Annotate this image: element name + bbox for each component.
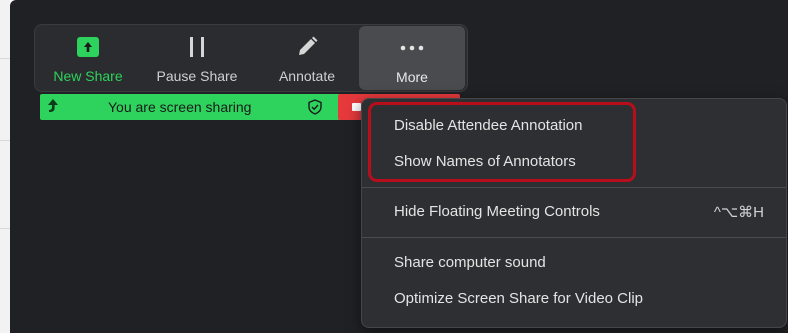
strip-divider bbox=[0, 228, 10, 229]
pause-share-button[interactable]: Pause Share bbox=[149, 25, 245, 91]
floating-meeting-toolbar: New Share Pause Share Annotate More bbox=[34, 24, 468, 92]
more-button[interactable]: More bbox=[359, 26, 465, 90]
new-share-label: New Share bbox=[53, 68, 123, 84]
menu-item-share-computer-sound[interactable]: Share computer sound bbox=[394, 254, 546, 271]
new-share-button[interactable]: New Share bbox=[45, 25, 131, 91]
screen-sharing-status-bar[interactable]: You are screen sharing bbox=[40, 94, 358, 120]
pause-share-label: Pause Share bbox=[156, 68, 238, 84]
share-arrow-icon bbox=[46, 98, 60, 119]
strip-divider bbox=[0, 58, 10, 59]
background-window-strip bbox=[0, 0, 10, 333]
highlight-outline bbox=[368, 102, 636, 182]
menu-item-optimize-screen-share[interactable]: Optimize Screen Share for Video Clip bbox=[394, 290, 643, 307]
menu-item-hide-floating-meeting-controls[interactable]: Hide Floating Meeting Controls bbox=[394, 203, 600, 220]
annotate-label: Annotate bbox=[278, 68, 336, 84]
ellipsis-icon bbox=[399, 37, 425, 59]
sharing-status-text: You are screen sharing bbox=[108, 99, 252, 115]
more-label: More bbox=[396, 69, 428, 85]
menu-divider bbox=[362, 237, 786, 238]
pause-icon bbox=[187, 36, 207, 58]
strip-divider bbox=[0, 140, 10, 141]
shield-check-icon bbox=[308, 99, 322, 120]
annotate-button[interactable]: Annotate bbox=[267, 25, 347, 91]
hide-controls-shortcut: ^⌥⌘H bbox=[713, 204, 764, 221]
stop-icon bbox=[352, 103, 361, 111]
pencil-icon bbox=[295, 36, 319, 58]
share-screen-icon bbox=[77, 36, 99, 58]
menu-divider bbox=[362, 187, 786, 188]
